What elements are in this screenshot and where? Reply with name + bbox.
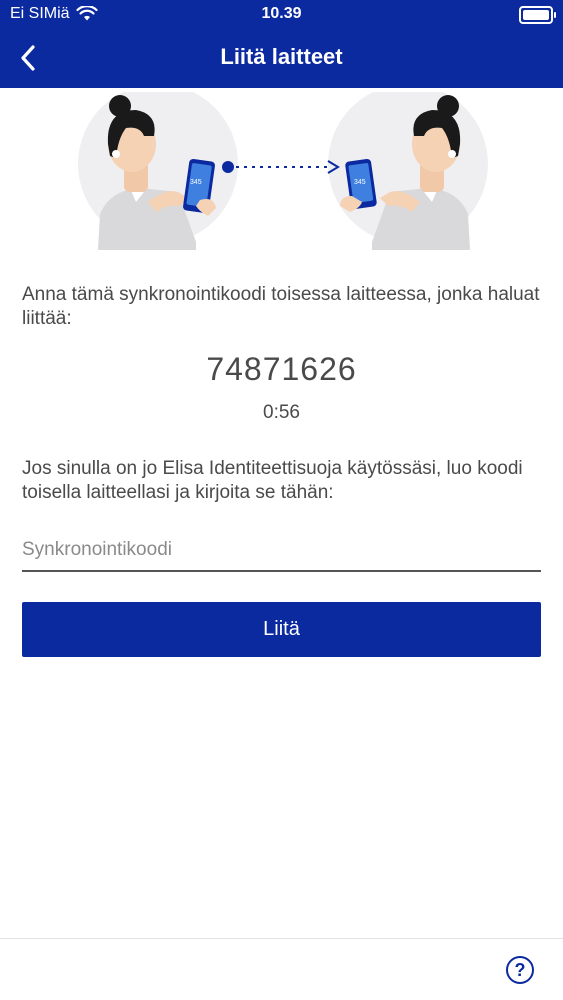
right-phone-screen-text: 345 bbox=[354, 179, 366, 186]
connect-button[interactable]: Liitä bbox=[22, 602, 541, 657]
page-title: Liitä laitteet bbox=[220, 44, 343, 69]
help-button[interactable]: ? bbox=[506, 956, 534, 984]
battery-icon bbox=[519, 6, 556, 24]
status-bar: Ei SIMiä 10.39 bbox=[0, 0, 563, 30]
sync-code: 74871626 bbox=[206, 351, 357, 387]
transfer-arrow bbox=[222, 160, 340, 174]
sync-code-input[interactable] bbox=[22, 532, 541, 568]
help-circle-icon: ? bbox=[514, 959, 526, 980]
sync-illustration: 345 345 bbox=[78, 92, 488, 250]
sync-code-instruction: Anna tämä synkronointikoodi toisessa lai… bbox=[22, 284, 540, 329]
left-phone-screen-text: 345 bbox=[190, 179, 202, 186]
navigation-bar: Liitä laitteet bbox=[0, 30, 563, 88]
enter-code-instruction: Jos sinulla on jo Elisa Identiteettisuoj… bbox=[22, 458, 523, 503]
status-time: 10.39 bbox=[261, 5, 302, 22]
countdown-timer: 0:56 bbox=[263, 402, 300, 423]
sync-code-field bbox=[22, 532, 541, 572]
top-bar: Ei SIMiä 10.39 Liitä laitteet bbox=[0, 0, 563, 88]
footer-divider bbox=[0, 938, 563, 939]
